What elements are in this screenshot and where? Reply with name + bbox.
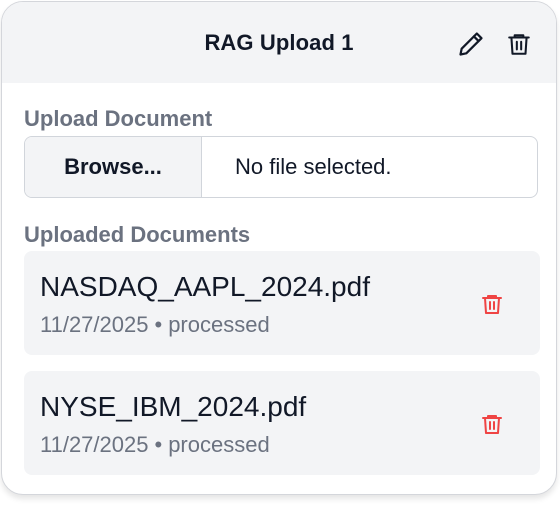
document-name: NYSE_IBM_2024.pdf [40,391,307,422]
edit-button[interactable] [456,29,486,59]
delete-document-button[interactable] [476,288,508,320]
upload-section-label: Upload Document [24,106,213,131]
document-meta: 11/27/2025 • processed [40,312,270,338]
list-item: NASDAQ_AAPL_2024.pdf 11/27/2025 • processe… [24,251,540,355]
delete-card-button[interactable] [504,29,534,59]
rag-upload-card: RAG Upload 1 Upload Document Browse... N… [1,1,557,495]
list-item: NYSE_IBM_2024.pdf 11/27/2025 • processed [24,371,540,475]
trash-icon [508,34,530,55]
trash-icon [482,415,502,434]
browse-button[interactable]: Browse... [25,137,202,197]
document-date: 11/27/2025 [40,432,149,457]
meta-separator: • [154,312,163,337]
document-date: 11/27/2025 [40,312,149,337]
pencil-icon [459,32,483,56]
card-header: RAG Upload 1 [2,2,556,83]
document-name: NASDAQ_AAPL_2024.pdf [40,271,370,302]
trash-icon [482,295,502,314]
file-input[interactable]: Browse... No file selected. [24,136,538,198]
document-meta: 11/27/2025 • processed [40,432,270,458]
document-status: processed [168,432,270,457]
meta-separator: • [154,432,163,457]
file-status-text: No file selected. [235,154,392,179]
delete-document-button[interactable] [476,408,508,440]
document-status: processed [168,312,270,337]
documents-section-label: Uploaded Documents [24,222,251,247]
